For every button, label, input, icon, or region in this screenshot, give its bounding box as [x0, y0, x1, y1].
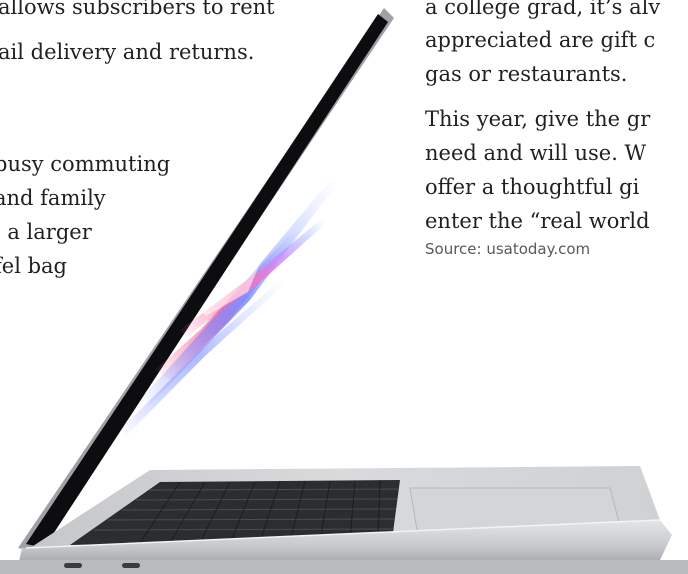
usb-c-port-2-icon: [122, 563, 140, 568]
laptop-photo: [0, 8, 688, 574]
laptop-base: [0, 466, 688, 574]
usb-c-port-1-icon: [64, 563, 82, 568]
